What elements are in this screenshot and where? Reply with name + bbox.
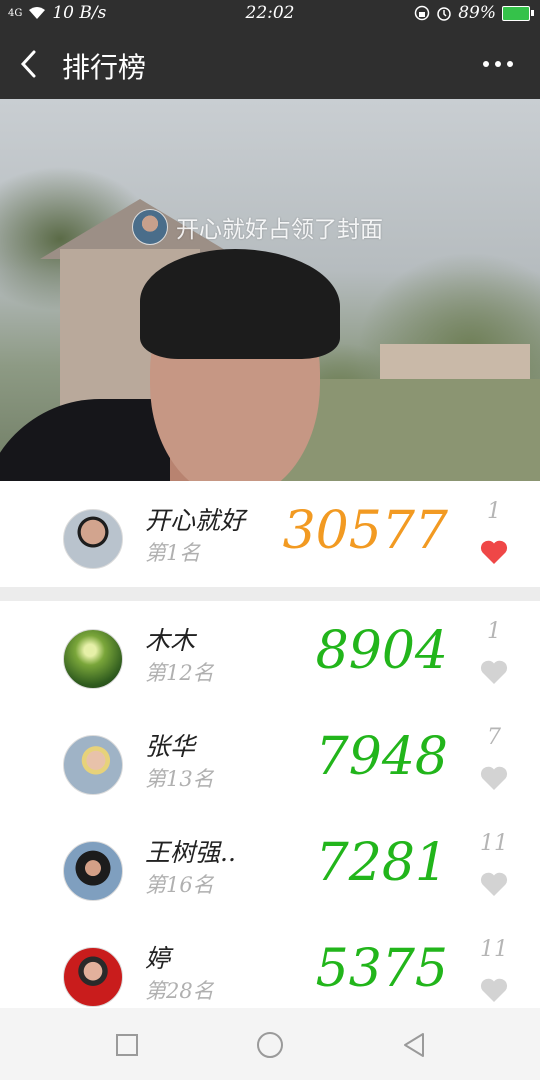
back-button[interactable] bbox=[14, 46, 46, 82]
heart-icon[interactable] bbox=[480, 977, 508, 1003]
heart-icon[interactable] bbox=[480, 659, 508, 685]
chevron-left-icon bbox=[20, 50, 36, 78]
system-nav-bar bbox=[0, 1008, 540, 1080]
battery-percent: 89% bbox=[458, 3, 496, 23]
like-count: 11 bbox=[480, 831, 508, 856]
avatar[interactable] bbox=[63, 947, 123, 1007]
heart-icon[interactable] bbox=[480, 871, 508, 897]
user-rank: 第28名 bbox=[145, 979, 214, 1003]
user-rank: 第13名 bbox=[145, 767, 214, 791]
user-rank: 第1名 bbox=[145, 541, 201, 565]
heart-icon[interactable] bbox=[480, 765, 508, 791]
step-count: 7948 bbox=[315, 727, 448, 787]
like-count: 1 bbox=[487, 619, 501, 644]
user-name: 开心就好 bbox=[145, 506, 246, 535]
like-count: 11 bbox=[480, 937, 508, 962]
user-rank: 第12名 bbox=[145, 661, 214, 685]
more-icon bbox=[483, 61, 513, 67]
step-count: 7281 bbox=[315, 833, 448, 893]
cover-person-hair bbox=[140, 249, 340, 359]
more-button[interactable] bbox=[478, 52, 518, 76]
like-count: 1 bbox=[487, 499, 501, 524]
ranking-row[interactable]: 木木 第12名 8904 1 bbox=[0, 601, 540, 708]
cover-owner-avatar[interactable] bbox=[132, 209, 168, 245]
avatar[interactable] bbox=[63, 629, 123, 689]
cover-photo[interactable]: 开心就好占领了封面 bbox=[0, 99, 540, 481]
like-count: 7 bbox=[487, 725, 501, 750]
home-icon[interactable] bbox=[255, 1030, 285, 1060]
status-bar: 4G 10 B/s 22:02 89% bbox=[0, 0, 540, 28]
cover-caption: 开心就好占领了封面 bbox=[176, 217, 383, 243]
my-rank-row[interactable]: 开心就好 第1名 30577 1 bbox=[0, 481, 540, 587]
user-rank: 第16名 bbox=[145, 873, 214, 897]
user-name: 王树强.. bbox=[145, 838, 236, 867]
user-name: 张华 bbox=[145, 732, 196, 761]
avatar[interactable] bbox=[63, 735, 123, 795]
step-count: 30577 bbox=[282, 501, 448, 561]
step-count: 5375 bbox=[315, 939, 448, 999]
step-count: 8904 bbox=[315, 621, 448, 681]
alarm-icon bbox=[437, 7, 451, 21]
user-name: 婷 bbox=[145, 944, 171, 973]
section-divider bbox=[0, 587, 540, 601]
heart-icon[interactable] bbox=[480, 539, 508, 565]
avatar[interactable] bbox=[63, 509, 123, 569]
ranking-row[interactable]: 张华 第13名 7948 7 bbox=[0, 707, 540, 814]
battery-icon bbox=[502, 5, 534, 21]
user-name: 木木 bbox=[145, 626, 196, 655]
back-nav-icon[interactable] bbox=[400, 1030, 430, 1060]
title-bar: 排行榜 bbox=[0, 28, 540, 99]
ranking-row[interactable]: 王树强.. 第16名 7281 11 bbox=[0, 813, 540, 920]
cover-owner: 开心就好占领了封面 bbox=[132, 209, 383, 245]
lock-rotation-icon bbox=[414, 5, 430, 21]
recent-apps-icon[interactable] bbox=[112, 1030, 142, 1060]
avatar[interactable] bbox=[63, 841, 123, 901]
page-title: 排行榜 bbox=[62, 51, 147, 84]
